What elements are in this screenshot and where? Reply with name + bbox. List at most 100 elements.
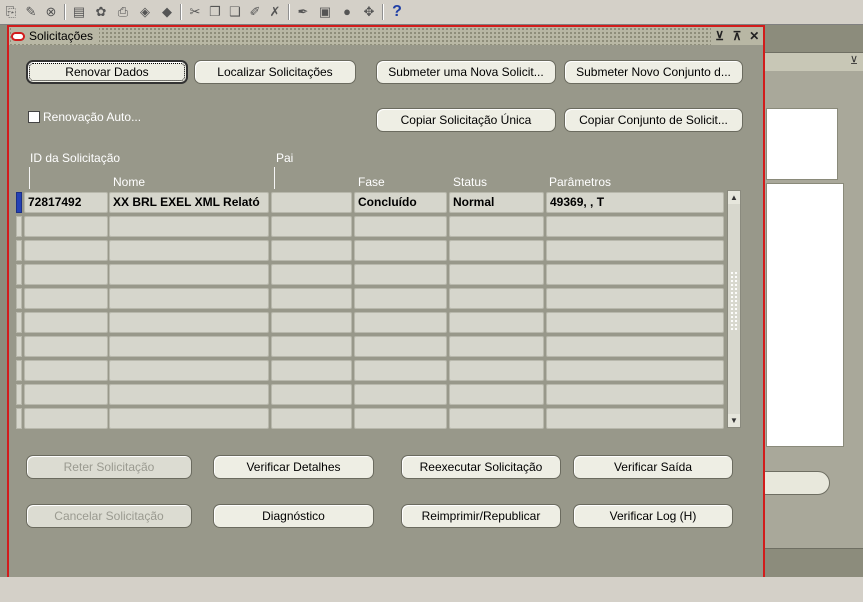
reprint-republish-button[interactable]: Reimprimir/Republicar bbox=[401, 504, 561, 528]
vertical-scrollbar[interactable]: ▲ ▼ bbox=[727, 190, 741, 428]
cell-parameters[interactable] bbox=[546, 384, 724, 405]
cell-status[interactable] bbox=[449, 264, 544, 285]
row-indicator[interactable] bbox=[16, 336, 22, 357]
table-row[interactable] bbox=[16, 312, 726, 334]
row-indicator[interactable] bbox=[16, 408, 22, 429]
refresh-data-button[interactable]: Renovar Dados bbox=[26, 60, 188, 84]
edit-icon[interactable]: ✐ bbox=[246, 3, 264, 21]
cut-icon[interactable]: ✂ bbox=[186, 3, 204, 21]
table-row[interactable] bbox=[16, 384, 726, 406]
cell-parent[interactable] bbox=[271, 216, 352, 237]
clear-icon[interactable]: ✗ bbox=[266, 3, 284, 21]
auto-refresh-checkbox[interactable]: Renovação Auto... bbox=[28, 110, 141, 124]
cell-status[interactable] bbox=[449, 216, 544, 237]
cell-request-id[interactable] bbox=[24, 312, 108, 333]
maximize-icon[interactable]: ⊼ bbox=[730, 29, 744, 43]
cell-request-id[interactable] bbox=[24, 336, 108, 357]
cell-name[interactable]: XX BRL EXEL XML Relató bbox=[109, 192, 269, 213]
hold-request-button[interactable]: Reter Solicitação bbox=[26, 455, 192, 479]
scroll-up-icon[interactable]: ▲ bbox=[728, 191, 740, 204]
copy-request-set-button[interactable]: Copiar Conjunto de Solicit... bbox=[564, 108, 743, 132]
cell-name[interactable] bbox=[109, 312, 269, 333]
view-log-button[interactable]: Verificar Log (H) bbox=[573, 504, 733, 528]
row-indicator[interactable] bbox=[16, 192, 22, 213]
cell-status[interactable] bbox=[449, 288, 544, 309]
cell-parameters[interactable] bbox=[546, 408, 724, 429]
cell-phase[interactable] bbox=[354, 240, 447, 261]
cell-parent[interactable] bbox=[271, 336, 352, 357]
table-row[interactable] bbox=[16, 264, 726, 286]
cell-request-id[interactable] bbox=[24, 408, 108, 429]
find-requests-button[interactable]: Localizar Solicitações bbox=[194, 60, 356, 84]
close-form-icon[interactable]: ◈ bbox=[136, 3, 154, 21]
row-indicator[interactable] bbox=[16, 240, 22, 261]
cell-parent[interactable] bbox=[271, 360, 352, 381]
cell-parameters[interactable] bbox=[546, 216, 724, 237]
cell-status[interactable] bbox=[449, 312, 544, 333]
cell-status[interactable]: Normal bbox=[449, 192, 544, 213]
cell-name[interactable] bbox=[109, 336, 269, 357]
cell-parent[interactable] bbox=[271, 312, 352, 333]
row-indicator[interactable] bbox=[16, 216, 22, 237]
attachments-icon[interactable]: ✒ bbox=[294, 3, 312, 21]
view-output-button[interactable]: Verificar Saída bbox=[573, 455, 733, 479]
cell-phase[interactable] bbox=[354, 384, 447, 405]
background-field[interactable] bbox=[754, 471, 830, 495]
cell-name[interactable] bbox=[109, 288, 269, 309]
table-row[interactable] bbox=[16, 336, 726, 358]
table-row[interactable] bbox=[16, 360, 726, 382]
cell-parameters[interactable] bbox=[546, 336, 724, 357]
cell-phase[interactable] bbox=[354, 408, 447, 429]
cell-name[interactable] bbox=[109, 240, 269, 261]
row-indicator[interactable] bbox=[16, 384, 22, 405]
cell-parent[interactable] bbox=[271, 384, 352, 405]
table-row[interactable] bbox=[16, 288, 726, 310]
close-icon[interactable]: ✕ bbox=[747, 29, 761, 43]
cell-phase[interactable] bbox=[354, 216, 447, 237]
cell-parent[interactable] bbox=[271, 240, 352, 261]
table-row[interactable] bbox=[16, 408, 726, 430]
zoom-icon[interactable]: ◆ bbox=[158, 3, 176, 21]
cancel-request-button[interactable]: Cancelar Solicitação bbox=[26, 504, 192, 528]
cell-request-id[interactable] bbox=[24, 264, 108, 285]
table-row[interactable]: 72817492 XX BRL EXEL XML Relató Concluído N… bbox=[16, 192, 726, 214]
cell-name[interactable] bbox=[109, 264, 269, 285]
cell-phase[interactable]: Concluído bbox=[354, 192, 447, 213]
cell-request-id[interactable] bbox=[24, 216, 108, 237]
cell-parameters[interactable] bbox=[546, 312, 724, 333]
window-titlebar[interactable]: Solicitações ⊻ ⊼ ✕ bbox=[9, 27, 763, 45]
navigate-icon[interactable]: ⊗ bbox=[42, 3, 60, 21]
cell-request-id[interactable] bbox=[24, 240, 108, 261]
checkbox-box[interactable] bbox=[28, 111, 40, 123]
row-indicator[interactable] bbox=[16, 360, 22, 381]
globe-icon[interactable]: ● bbox=[338, 3, 356, 21]
cell-status[interactable] bbox=[449, 384, 544, 405]
table-row[interactable] bbox=[16, 216, 726, 238]
diagnostics-button[interactable]: Diagnóstico bbox=[213, 504, 374, 528]
submit-new-request-button[interactable]: Submeter uma Nova Solicit... bbox=[376, 60, 556, 84]
cell-status[interactable] bbox=[449, 336, 544, 357]
copy-icon[interactable]: ❐ bbox=[206, 3, 224, 21]
cell-phase[interactable] bbox=[354, 288, 447, 309]
cell-request-id[interactable] bbox=[24, 360, 108, 381]
rerun-request-button[interactable]: Reexecutar Solicitação bbox=[401, 455, 561, 479]
cell-phase[interactable] bbox=[354, 360, 447, 381]
cell-status[interactable] bbox=[449, 408, 544, 429]
cell-request-id[interactable] bbox=[24, 384, 108, 405]
minimize-icon[interactable]: ⊻ bbox=[713, 29, 727, 43]
copy-single-request-button[interactable]: Copiar Solicitação Única bbox=[376, 108, 556, 132]
minimize-icon[interactable]: ⊻ bbox=[850, 54, 858, 67]
cell-phase[interactable] bbox=[354, 264, 447, 285]
cell-parameters[interactable] bbox=[546, 240, 724, 261]
cell-parameters[interactable]: 49369, , T bbox=[546, 192, 724, 213]
cell-status[interactable] bbox=[449, 360, 544, 381]
cell-parent[interactable] bbox=[271, 192, 352, 213]
cell-name[interactable] bbox=[109, 384, 269, 405]
cell-phase[interactable] bbox=[354, 312, 447, 333]
row-indicator[interactable] bbox=[16, 312, 22, 333]
help-icon[interactable]: ? bbox=[388, 3, 406, 21]
print-icon[interactable]: ⎙ bbox=[114, 3, 132, 21]
cell-parameters[interactable] bbox=[546, 288, 724, 309]
cell-name[interactable] bbox=[109, 216, 269, 237]
paste-icon[interactable]: ❑ bbox=[226, 3, 244, 21]
